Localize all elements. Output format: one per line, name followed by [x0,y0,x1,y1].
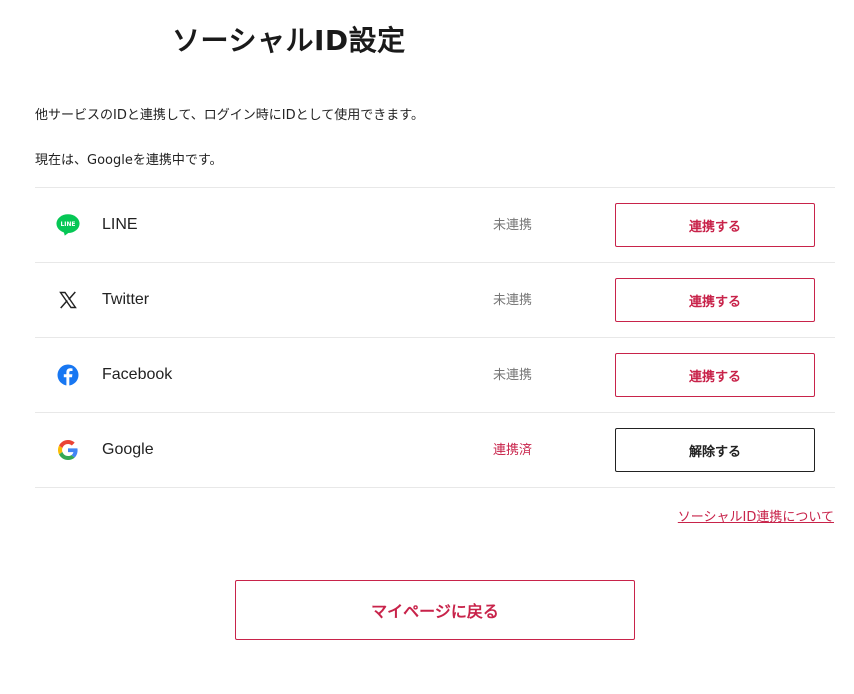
back-to-mypage-button[interactable]: マイページに戻る [235,580,635,640]
status-google: 連携済 [493,443,533,458]
page-title: ソーシャルID設定 [172,24,406,57]
line-icon: LINE [56,213,80,237]
page-description: 他サービスのIDと連携して、ログイン時にIDとして使用できます。 [35,108,424,123]
link-twitter-button[interactable]: 連携する [615,278,815,322]
status-line: 未連携 [493,218,533,233]
service-name-twitter: Twitter [102,291,150,308]
facebook-icon [56,363,80,387]
service-name-line: LINE [102,216,138,233]
unlink-google-button[interactable]: 解除する [615,428,815,472]
account-row-facebook: Facebook 未連携 連携する [35,338,835,413]
account-row-twitter: Twitter 未連携 連携する [35,263,835,338]
social-account-list: LINE LINE 未連携 連携する Twitter 未連携 連携する Face… [35,187,835,488]
link-facebook-button[interactable]: 連携する [615,353,815,397]
google-icon [56,438,80,462]
link-line-button[interactable]: 連携する [615,203,815,247]
account-row-google: Google 連携済 解除する [35,413,835,488]
service-name-facebook: Facebook [102,366,173,383]
account-row-line: LINE LINE 未連携 連携する [35,188,835,263]
x-logo-icon [56,288,80,312]
current-link-status: 現在は、Googleを連携中です。 [35,153,223,168]
service-name-google: Google [102,441,154,458]
status-facebook: 未連携 [493,368,533,383]
svg-text:LINE: LINE [61,222,76,228]
status-twitter: 未連携 [493,293,533,308]
about-social-id-link[interactable]: ソーシャルID連携について [678,509,834,526]
